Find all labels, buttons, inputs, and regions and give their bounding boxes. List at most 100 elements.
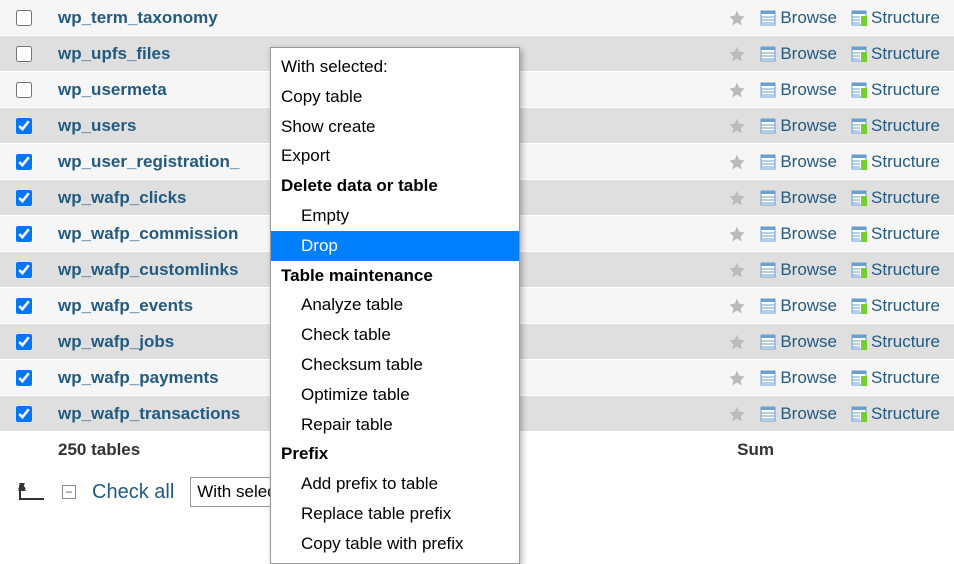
row-checkbox[interactable]: [16, 118, 32, 134]
star-icon[interactable]: [728, 225, 746, 243]
structure-icon: [851, 46, 867, 62]
browse-icon: [760, 262, 776, 278]
star-icon[interactable]: [728, 261, 746, 279]
structure-link[interactable]: Structure: [851, 188, 940, 208]
structure-link[interactable]: Structure: [851, 44, 940, 64]
menu-analyze[interactable]: Analyze table: [271, 290, 519, 320]
browse-icon: [760, 370, 776, 386]
menu-drop[interactable]: Drop: [271, 231, 519, 261]
menu-optimize[interactable]: Optimize table: [271, 380, 519, 410]
table-name-link[interactable]: wp_usermeta: [58, 80, 167, 99]
table-name-link[interactable]: wp_upfs_files: [58, 44, 170, 63]
browse-link[interactable]: Browse: [760, 368, 837, 388]
table-row: wp_term_taxonomy Browse Structure: [0, 0, 954, 36]
star-icon[interactable]: [728, 297, 746, 315]
browse-icon: [760, 82, 776, 98]
menu-empty[interactable]: Empty: [271, 201, 519, 231]
menu-copy-table[interactable]: Copy table: [271, 82, 519, 112]
table-name-link[interactable]: wp_wafp_customlinks: [58, 260, 238, 279]
browse-link[interactable]: Browse: [760, 404, 837, 424]
star-icon[interactable]: [728, 405, 746, 423]
browse-icon: [760, 118, 776, 134]
structure-link[interactable]: Structure: [851, 260, 940, 280]
browse-icon: [760, 226, 776, 242]
structure-icon: [851, 226, 867, 242]
star-icon[interactable]: [728, 153, 746, 171]
table-name-link[interactable]: wp_wafp_jobs: [58, 332, 174, 351]
structure-icon: [851, 334, 867, 350]
context-menu: With selected: Copy table Show create Ex…: [270, 47, 520, 564]
row-checkbox[interactable]: [16, 262, 32, 278]
star-icon[interactable]: [728, 333, 746, 351]
star-icon[interactable]: [728, 9, 746, 27]
menu-header-with-selected: With selected:: [271, 52, 519, 82]
check-all-link[interactable]: Check all: [92, 481, 174, 504]
menu-header-delete: Delete data or table: [271, 171, 519, 201]
menu-show-create[interactable]: Show create: [271, 112, 519, 142]
menu-export[interactable]: Export: [271, 141, 519, 171]
menu-header-prefix: Prefix: [271, 439, 519, 469]
star-icon[interactable]: [728, 45, 746, 63]
structure-link[interactable]: Structure: [851, 152, 940, 172]
structure-link[interactable]: Structure: [851, 8, 940, 28]
browse-link[interactable]: Browse: [760, 224, 837, 244]
star-icon[interactable]: [728, 189, 746, 207]
row-checkbox[interactable]: [16, 226, 32, 242]
structure-link[interactable]: Structure: [851, 332, 940, 352]
structure-icon: [851, 298, 867, 314]
collapse-icon[interactable]: −: [62, 485, 76, 499]
menu-repair[interactable]: Repair table: [271, 410, 519, 440]
menu-checksum[interactable]: Checksum table: [271, 350, 519, 380]
table-name-link[interactable]: wp_wafp_commission: [58, 224, 238, 243]
structure-link[interactable]: Structure: [851, 116, 940, 136]
row-checkbox[interactable]: [16, 370, 32, 386]
browse-link[interactable]: Browse: [760, 188, 837, 208]
structure-link[interactable]: Structure: [851, 404, 940, 424]
row-checkbox[interactable]: [16, 406, 32, 422]
structure-link[interactable]: Structure: [851, 224, 940, 244]
row-checkbox[interactable]: [16, 46, 32, 62]
browse-icon: [760, 46, 776, 62]
row-checkbox[interactable]: [16, 190, 32, 206]
sum-label: Sum: [737, 440, 954, 460]
table-name-link[interactable]: wp_wafp_clicks: [58, 188, 187, 207]
structure-icon: [851, 82, 867, 98]
browse-icon: [760, 190, 776, 206]
menu-copy-prefix[interactable]: Copy table with prefix: [271, 529, 519, 559]
star-icon[interactable]: [728, 81, 746, 99]
row-checkbox[interactable]: [16, 298, 32, 314]
browse-link[interactable]: Browse: [760, 116, 837, 136]
row-checkbox[interactable]: [16, 334, 32, 350]
structure-link[interactable]: Structure: [851, 368, 940, 388]
table-name-link[interactable]: wp_wafp_payments: [58, 368, 219, 387]
structure-icon: [851, 118, 867, 134]
browse-icon: [760, 334, 776, 350]
structure-link[interactable]: Structure: [851, 296, 940, 316]
browse-link[interactable]: Browse: [760, 296, 837, 316]
row-checkbox[interactable]: [16, 82, 32, 98]
menu-header-maintenance: Table maintenance: [271, 261, 519, 291]
structure-link[interactable]: Structure: [851, 80, 940, 100]
menu-replace-prefix[interactable]: Replace table prefix: [271, 499, 519, 529]
star-icon[interactable]: [728, 117, 746, 135]
row-checkbox[interactable]: [16, 154, 32, 170]
browse-link[interactable]: Browse: [760, 44, 837, 64]
menu-check[interactable]: Check table: [271, 320, 519, 350]
table-name-link[interactable]: wp_term_taxonomy: [58, 8, 218, 27]
table-name-link[interactable]: wp_users: [58, 116, 136, 135]
menu-add-prefix[interactable]: Add prefix to table: [271, 469, 519, 499]
browse-link[interactable]: Browse: [760, 260, 837, 280]
table-name-link[interactable]: wp_wafp_events: [58, 296, 193, 315]
browse-link[interactable]: Browse: [760, 332, 837, 352]
row-checkbox[interactable]: [16, 10, 32, 26]
browse-icon: [760, 10, 776, 26]
table-name-link[interactable]: wp_wafp_transactions: [58, 404, 240, 423]
browse-link[interactable]: Browse: [760, 8, 837, 28]
arrow-up-left-icon: [18, 483, 46, 501]
star-icon[interactable]: [728, 369, 746, 387]
structure-icon: [851, 190, 867, 206]
structure-icon: [851, 154, 867, 170]
browse-link[interactable]: Browse: [760, 152, 837, 172]
table-name-link[interactable]: wp_user_registration_: [58, 152, 239, 171]
browse-link[interactable]: Browse: [760, 80, 837, 100]
